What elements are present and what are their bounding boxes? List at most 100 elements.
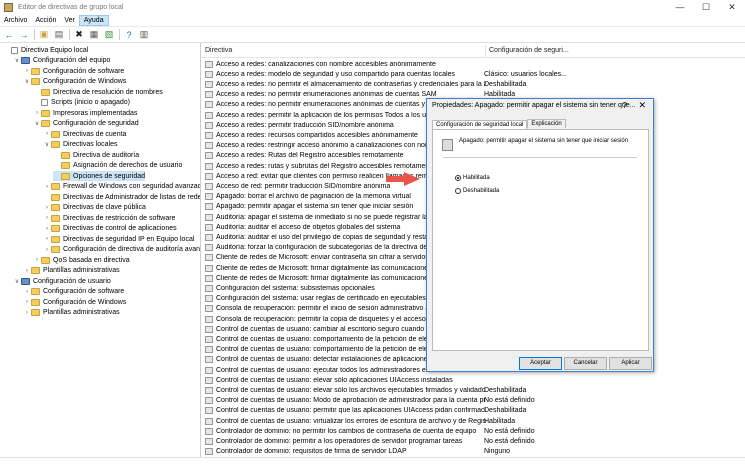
apply-button[interactable]: Aplicar (609, 357, 652, 370)
table-row[interactable]: Controlador de dominio: permitir a los o… (202, 436, 742, 446)
dialog-help-button[interactable]: ? (623, 101, 627, 110)
forward-icon[interactable]: → (18, 29, 30, 40)
up-folder-icon[interactable]: ▣ (38, 29, 50, 40)
back-icon[interactable]: ← (3, 29, 15, 40)
policy-icon (205, 417, 213, 425)
column-setting[interactable]: Configuración de seguri... (486, 45, 569, 57)
expander-icon[interactable]: › (23, 68, 31, 74)
tree-node[interactable]: › Configuración de directiva de auditoría… (43, 245, 200, 255)
expander-icon[interactable]: › (23, 310, 31, 316)
table-row[interactable]: Control de cuentas de usuario: elevar só… (202, 375, 742, 385)
policy-icon (205, 274, 213, 282)
tree-node[interactable]: Scripts (inicio o apagado) (33, 98, 130, 108)
tree-node[interactable]: › QoS basada en directiva (33, 255, 130, 265)
tree-node[interactable]: › Configuración de Windows (23, 297, 126, 307)
expander-icon[interactable]: › (43, 131, 51, 137)
tree-node[interactable]: Directiva de resolución de nombres (33, 87, 163, 97)
expander-icon[interactable]: › (43, 215, 51, 221)
tree-node[interactable]: › Configuración de software (23, 287, 124, 297)
tree-node[interactable]: Asignación de derechos de usuario (53, 161, 182, 171)
accept-button[interactable]: Aceptar (519, 357, 562, 370)
radio-disabled-indicator[interactable] (455, 188, 461, 194)
menu-ver[interactable]: Ver (60, 15, 79, 26)
tree-node[interactable]: ∨ Directivas locales (43, 140, 117, 150)
close-button[interactable]: ✕ (719, 0, 745, 15)
tree-node[interactable]: ∨ Configuración del equipo (13, 56, 110, 66)
tree-node[interactable]: › Directivas de seguridad IP en Equipo lo… (43, 234, 194, 244)
table-row[interactable]: Control de cuentas de usuario: Modo de a… (202, 396, 742, 406)
expander-icon[interactable]: ∨ (13, 57, 21, 64)
maximize-button[interactable]: ☐ (693, 0, 719, 15)
tree-node[interactable]: Directivas de Administrador de listas de… (43, 192, 200, 202)
table-row[interactable]: Acceso a redes: canalizaciones con nombr… (202, 59, 742, 69)
expander-icon[interactable]: › (23, 289, 31, 295)
show-tree-icon[interactable]: ▤ (53, 29, 65, 40)
expander-icon[interactable]: › (33, 257, 41, 263)
tree-node[interactable]: ∨ Configuración de seguridad (33, 119, 139, 129)
tree-node-label: Configuración de Windows (43, 298, 127, 306)
view-icon[interactable]: ▥ (138, 29, 150, 40)
expander-icon[interactable]: › (43, 226, 51, 232)
dialog-close-button[interactable]: ✕ (638, 100, 646, 111)
tree-node[interactable]: › Impresoras implementadas (33, 108, 137, 118)
expander-icon[interactable]: › (43, 184, 51, 190)
help-icon[interactable]: ? (123, 29, 135, 40)
tree-node[interactable]: › Directivas de control de aplicaciones (43, 224, 177, 234)
menu-archivo[interactable]: Archivo (0, 15, 31, 26)
policy-icon (205, 80, 213, 88)
expander-icon[interactable]: › (23, 299, 31, 305)
tree-node[interactable]: Directiva de auditoría (53, 150, 139, 160)
policy-setting: No está definido (484, 397, 535, 405)
tree-node[interactable]: Directiva Equipo local (3, 45, 88, 55)
column-policy[interactable]: Directiva (202, 45, 485, 57)
table-row[interactable]: Acceso a redes: modelo de seguridad y us… (202, 69, 742, 79)
tree-node[interactable]: ∨ Configuración de usuario (13, 276, 111, 286)
radio-enabled-indicator[interactable] (455, 175, 461, 181)
policy-icon (205, 121, 213, 129)
expander-icon[interactable]: › (43, 236, 51, 242)
radio-disabled[interactable]: Deshabilitada (455, 188, 499, 194)
expander-icon[interactable]: ∨ (43, 141, 51, 148)
radio-enabled[interactable]: Habilitada (455, 175, 490, 181)
table-row[interactable]: Controlador de dominio: no permitir los … (202, 426, 742, 436)
tab-explanation[interactable]: Explicación (527, 119, 566, 128)
menu-accion[interactable]: Acción (31, 15, 60, 26)
delete-icon[interactable]: ✖ (73, 29, 85, 40)
tree-node[interactable]: › Directivas de restricción de software (43, 213, 175, 223)
cancel-button[interactable]: Cancelar (564, 357, 607, 370)
tree-node[interactable]: › Firewall de Windows con seguridad avanz… (43, 182, 200, 192)
expander-icon[interactable]: › (33, 110, 41, 116)
tab-local-security-setting[interactable]: Configuración de seguridad local (432, 120, 528, 129)
policy-icon (205, 182, 213, 190)
folder-icon (51, 193, 60, 201)
table-row[interactable]: Acceso a redes: no permitir el almacenam… (202, 79, 742, 89)
tree-node[interactable]: › Configuración de software (23, 66, 124, 76)
table-row[interactable]: Control de cuentas de usuario: permitir … (202, 406, 742, 416)
expander-icon[interactable]: ∨ (13, 278, 21, 285)
minimize-button[interactable]: — (667, 0, 693, 15)
tree-node[interactable]: › Directivas de clave pública (43, 203, 146, 213)
folder-icon (41, 88, 50, 96)
policy-setting: Deshabilitada (484, 407, 527, 415)
expander-icon[interactable]: ∨ (33, 120, 41, 127)
tree-node[interactable]: ∨ Configuración de Windows (23, 77, 126, 87)
table-row[interactable]: Control de cuentas de usuario: elevar só… (202, 385, 742, 395)
policy-icon (205, 305, 213, 313)
properties-icon[interactable]: ▦ (88, 29, 100, 40)
folder-icon (41, 109, 50, 117)
expander-icon[interactable]: › (23, 268, 31, 274)
policy-name: Control de cuentas de usuario: virtualiz… (216, 417, 486, 425)
policy-icon (205, 213, 213, 221)
tree-node[interactable]: › Directivas de cuenta (43, 129, 126, 139)
tree-node[interactable]: › Plantillas administrativas (23, 308, 120, 318)
menu-ayuda[interactable]: Ayuda (78, 15, 109, 26)
export-list-icon[interactable]: ▧ (103, 29, 115, 40)
tree-node[interactable]: › Plantillas administrativas (23, 266, 120, 276)
expander-icon[interactable]: ∨ (23, 78, 31, 85)
expander-icon[interactable]: › (43, 247, 51, 253)
expander-icon[interactable]: › (43, 205, 51, 211)
folder-icon (51, 225, 60, 232)
tree-node[interactable]: Opciones de seguridad (53, 171, 145, 181)
table-row[interactable]: Controlador de dominio: requisitos de fi… (202, 447, 742, 457)
table-row[interactable]: Control de cuentas de usuario: virtualiz… (202, 416, 742, 426)
